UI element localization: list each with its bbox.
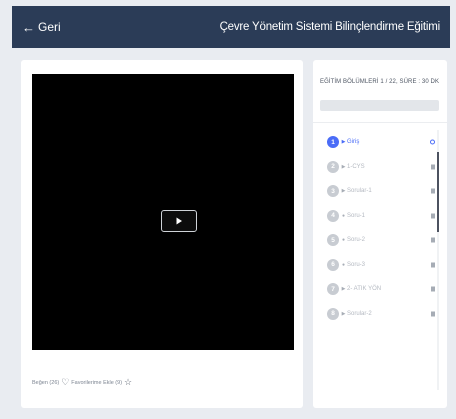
section-number-badge: 8	[327, 307, 339, 320]
lock-icon	[431, 213, 435, 219]
section-label: Sorular-2	[347, 310, 372, 317]
back-label: Geri	[38, 20, 61, 34]
section-label: 2- ATIK YÖN	[347, 286, 382, 293]
heart-icon[interactable]: ♡	[61, 378, 69, 387]
progress-bar	[320, 100, 439, 111]
section-list: 1 ▶ Giriş 2 ▶ 1-CYS 3 ▶ Sorular-1 4 ● Soru-1 5 ● Soru-…	[313, 130, 447, 326]
section-label: Sorular-1	[347, 188, 372, 195]
lock-icon	[431, 311, 435, 317]
section-number-badge: 3	[327, 185, 339, 198]
section-label: Soru-1	[347, 212, 366, 219]
section-number-badge: 2	[327, 160, 339, 173]
question-dot-icon: ●	[341, 212, 346, 219]
play-icon	[176, 217, 182, 225]
favorite-button[interactable]: Favorilerime Ekle (9)	[71, 380, 122, 386]
section-number-badge: 4	[327, 209, 339, 222]
lock-icon	[431, 164, 435, 170]
play-icon: ▶	[341, 188, 346, 195]
divider	[313, 122, 447, 123]
section-item[interactable]: 3 ▶ Sorular-1	[313, 179, 447, 204]
course-title: Çevre Yönetim Sistemi Bilinçlendirme Eği…	[219, 21, 441, 33]
section-number-badge: 7	[327, 283, 339, 296]
progress-ring-icon	[430, 139, 435, 145]
arrow-left-icon: ←	[22, 19, 35, 35]
section-number-badge: 1	[327, 136, 339, 149]
section-number-badge: 6	[327, 258, 339, 271]
section-item[interactable]: 4 ● Soru-1	[313, 204, 447, 229]
back-button[interactable]: ← Geri	[22, 20, 61, 34]
question-dot-icon: ●	[341, 237, 346, 244]
top-bar: ← Geri Çevre Yönetim Sistemi Bilinçlendi…	[12, 6, 450, 48]
lock-icon	[431, 286, 435, 292]
section-item[interactable]: 6 ● Soru-3	[313, 253, 447, 278]
section-label: Soru-2	[347, 237, 366, 244]
section-item[interactable]: 8 ▶ Sorular-2	[313, 302, 447, 327]
lock-icon	[431, 188, 435, 194]
section-label: Giriş	[347, 139, 360, 146]
star-icon[interactable]: ☆	[124, 378, 132, 387]
section-label: Soru-3	[347, 261, 366, 268]
play-icon: ▶	[341, 310, 346, 317]
section-item[interactable]: 5 ● Soru-2	[313, 228, 447, 253]
question-dot-icon: ●	[341, 261, 346, 268]
lock-icon	[431, 262, 435, 268]
section-item[interactable]: 2 ▶ 1-CYS	[313, 155, 447, 180]
like-button[interactable]: Beğen (26)	[32, 380, 59, 386]
scrollbar-thumb[interactable]	[437, 152, 439, 232]
video-panel: Beğen (26) ♡ Favorilerime Ekle (9) ☆	[21, 60, 303, 408]
play-icon: ▶	[341, 163, 346, 170]
section-item[interactable]: 1 ▶ Giriş	[313, 130, 447, 155]
sections-panel: EĞİTİM BÖLÜMLERİ 1 / 22, SÜRE : 30 DK 1 ▶…	[313, 60, 447, 408]
section-label: 1-CYS	[347, 163, 365, 170]
play-icon: ▶	[341, 286, 346, 293]
lock-icon	[431, 237, 435, 243]
section-item[interactable]: 7 ▶ 2- ATIK YÖN	[313, 277, 447, 302]
play-button[interactable]	[161, 210, 197, 232]
video-player[interactable]	[32, 74, 294, 350]
section-number-badge: 5	[327, 234, 339, 247]
video-actions: Beğen (26) ♡ Favorilerime Ekle (9) ☆	[32, 378, 132, 387]
play-icon: ▶	[341, 139, 346, 146]
sections-title: EĞİTİM BÖLÜMLERİ 1 / 22, SÜRE : 30 DK	[320, 79, 440, 85]
